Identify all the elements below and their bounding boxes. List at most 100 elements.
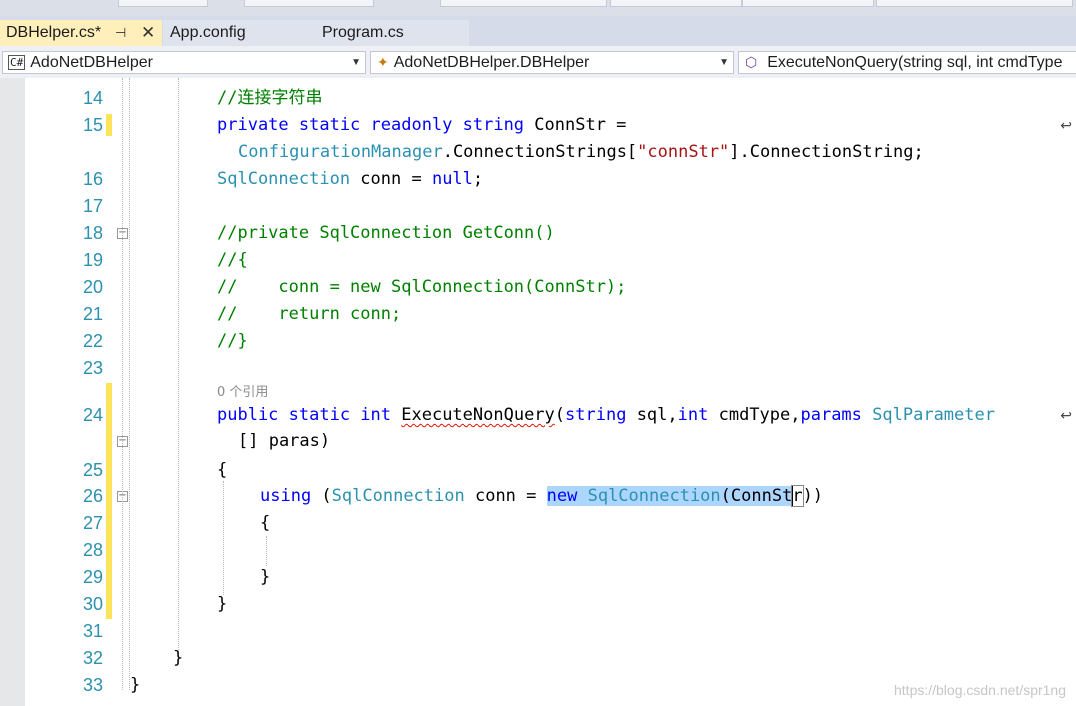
toolbar-segment — [440, 0, 607, 7]
member-dropdown[interactable]: ⬡ ExecuteNonQuery(string sql, int cmdType — [738, 51, 1076, 74]
toolbar-segment — [244, 0, 374, 7]
code-line-14: //连接字符串 — [217, 88, 322, 108]
type-name: ConfigurationManager — [238, 142, 443, 162]
toolbar-segment — [118, 0, 208, 7]
line-number: 18 — [82, 223, 103, 243]
project-dropdown[interactable]: C# AdoNetDBHelper ▼ — [2, 51, 366, 74]
indent-guide — [223, 481, 224, 595]
keyword: int — [677, 405, 709, 425]
identifier: [] paras) — [238, 431, 331, 451]
chevron-down-icon[interactable]: ▼ — [719, 52, 729, 73]
punctuation: )) — [802, 486, 824, 506]
code-line-30: } — [217, 594, 227, 614]
indent-guide — [266, 536, 267, 566]
method-name: ExecuteNonQuery — [401, 405, 555, 425]
toolbar-strip — [0, 0, 1076, 16]
comment: //private SqlConnection GetConn() — [217, 223, 555, 243]
line-number: 25 — [82, 460, 103, 480]
chevron-down-icon[interactable]: ▼ — [351, 52, 361, 73]
member-name: ExecuteNonQuery(string sql, int cmdType — [767, 54, 1063, 71]
type-name: SqlConnection — [331, 486, 465, 506]
type-name: SqlParameter — [872, 405, 995, 425]
change-marker — [106, 383, 112, 619]
comment: //} — [217, 331, 248, 351]
string-literal: "connStr" — [637, 142, 730, 162]
tab-label: DBHelper.cs* — [6, 24, 102, 41]
pin-icon[interactable]: ⊣ — [115, 20, 126, 46]
keyword: using — [260, 486, 312, 506]
project-name: AdoNetDBHelper — [30, 54, 153, 71]
code-line-24: public static int ExecuteNonQuery(string… — [217, 405, 995, 425]
csharp-project-icon: C# — [8, 55, 26, 70]
code-line-16: SqlConnection conn = null; — [217, 169, 483, 189]
line-number: 15 — [82, 115, 103, 135]
type-name: SqlConnection — [587, 486, 721, 506]
class-icon: ✦ — [377, 54, 389, 70]
line-number: 32 — [82, 648, 103, 668]
tab-app-config[interactable]: App.config — [163, 20, 313, 46]
code-line-20: // conn = new SqlConnection(ConnStr); — [217, 277, 626, 297]
code-line-15: private static readonly string ConnStr = — [217, 115, 626, 135]
code-line-15-wrap: ConfigurationManager.ConnectionStrings["… — [238, 142, 924, 162]
tab-label: App.config — [170, 24, 246, 41]
code-line-25: { — [217, 460, 227, 480]
identifier: conn = — [464, 486, 547, 506]
document-tab-bar: DBHelper.cs* ⊣ ✕ App.config Program.cs — [0, 16, 1076, 46]
line-number: 33 — [82, 675, 103, 695]
line-number: 14 — [82, 88, 103, 108]
code-line-26: using (SqlConnection conn = new SqlConne… — [260, 485, 824, 507]
line-number: 24 — [82, 405, 103, 425]
brace: } — [217, 594, 228, 614]
indent-guide — [178, 78, 179, 664]
line-number: 27 — [82, 513, 103, 533]
toolbar-segment — [742, 0, 874, 7]
keyword: string — [565, 405, 627, 425]
comment: // return conn; — [217, 304, 402, 324]
outline-line — [129, 78, 130, 690]
method-icon: ⬡ — [745, 54, 758, 70]
line-number: 28 — [82, 540, 103, 560]
code-line-33: } — [130, 675, 140, 695]
identifier: cmdType, — [708, 405, 801, 425]
keyword: new — [546, 486, 578, 506]
member-access: .ConnectionStrings[ — [442, 142, 638, 162]
navigation-bar: C# AdoNetDBHelper ▼ ✦ AdoNetDBHelper.DBHel… — [0, 46, 1076, 79]
keyword: null — [431, 169, 473, 189]
brace: } — [130, 675, 141, 695]
line-number: 30 — [82, 594, 103, 614]
code-line-19: //{ — [217, 250, 248, 270]
codelens-references[interactable]: 0 个引用 — [217, 385, 268, 401]
brace: } — [173, 648, 184, 668]
line-number: 22 — [82, 331, 103, 351]
indicator-margin — [0, 78, 25, 706]
word-wrap-icon: ↩ — [1060, 408, 1072, 424]
keyword: params — [800, 405, 862, 425]
comment: // conn = new SqlConnection(ConnStr); — [217, 277, 627, 297]
comment: //{ — [217, 250, 248, 270]
brace: { — [217, 460, 228, 480]
close-icon[interactable]: ✕ — [141, 20, 155, 46]
code-line-21: // return conn; — [217, 304, 401, 324]
tab-label: Program.cs — [322, 24, 404, 41]
member-access: ].ConnectionString; — [729, 142, 924, 162]
code-line-32: } — [173, 648, 183, 668]
identifier: sql, — [626, 405, 678, 425]
type-name: SqlConnection — [217, 169, 351, 189]
code-line-18: //private SqlConnection GetConn() — [217, 223, 555, 243]
tab-dbhelper[interactable]: DBHelper.cs* ⊣ ✕ — [0, 20, 162, 46]
tab-program[interactable]: Program.cs — [313, 20, 469, 46]
keyword: public static int — [217, 405, 391, 425]
identifier: conn = — [350, 169, 432, 189]
line-number: 19 — [82, 250, 103, 270]
code-line-29: } — [260, 567, 270, 587]
comment: //连接字符串 — [217, 88, 323, 108]
brace: } — [260, 567, 271, 587]
line-number: 17 — [82, 196, 103, 216]
line-number: 21 — [82, 304, 103, 324]
line-number: 16 — [82, 169, 103, 189]
outline-line — [122, 78, 123, 690]
identifier: (ConnSt — [720, 486, 793, 506]
code-editor[interactable]: 14 15 16 17 18 19 20 21 22 23 24 25 26 2… — [25, 78, 1076, 706]
type-dropdown[interactable]: ✦ AdoNetDBHelper.DBHelper ▼ — [370, 51, 734, 74]
line-number: 23 — [82, 358, 103, 378]
